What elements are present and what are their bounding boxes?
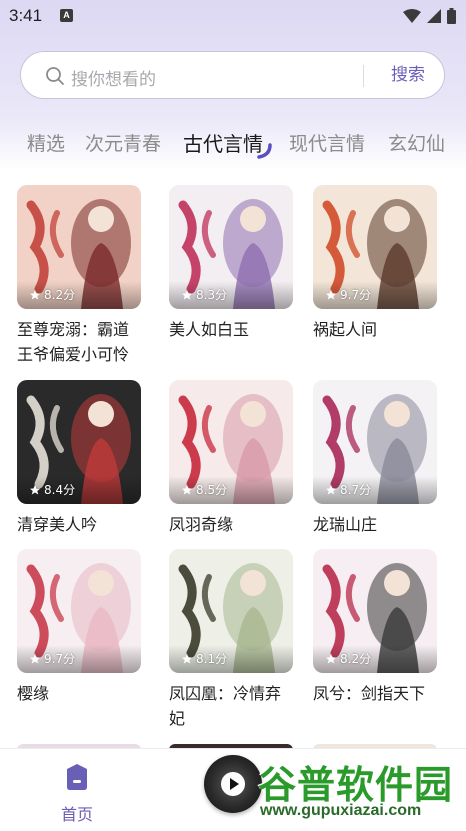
- book-card[interactable]: 8.3分美人如白玉: [169, 185, 293, 342]
- book-score: 8.2分: [325, 650, 371, 667]
- star-icon: [326, 653, 336, 663]
- watermark-text: 谷普软件园: [258, 763, 454, 807]
- star-icon: [30, 289, 40, 299]
- nav-home-label: 首页: [60, 805, 93, 824]
- star-icon: [30, 484, 40, 494]
- book-score: 9.7分: [29, 650, 75, 667]
- book-score-value: 8.4分: [44, 483, 76, 497]
- tab-xiandai-yanqing[interactable]: 现代言情: [289, 129, 365, 156]
- signal-icon: [427, 9, 441, 23]
- watermark-url: www.gupuxiazai.com: [260, 802, 422, 819]
- book-score-value: 8.5分: [196, 483, 228, 497]
- book-cover[interactable]: 8.7分: [313, 380, 437, 504]
- search-button[interactable]: 搜索: [371, 52, 445, 98]
- book-cover[interactable]: 8.2分: [313, 549, 437, 673]
- book-score-value: 8.2分: [340, 652, 372, 666]
- book-title[interactable]: 清穿美人吟: [17, 512, 141, 537]
- book-score: 8.5分: [181, 481, 227, 498]
- book-card[interactable]: 9.7分樱缘: [17, 549, 141, 706]
- nav-home[interactable]: 首页: [57, 763, 97, 825]
- book-card[interactable]: 8.7分龙瑞山庄: [313, 380, 437, 537]
- search-icon: [46, 67, 64, 85]
- book-title[interactable]: 至尊宠溺：霸道王爷偏爱小可怜: [17, 317, 141, 367]
- book-score-value: 8.3分: [196, 288, 228, 302]
- status-bar: 3:41 A: [0, 0, 466, 34]
- book-score-value: 9.7分: [340, 288, 372, 302]
- tab-jingxuan[interactable]: 精选: [27, 129, 65, 156]
- wifi-icon: [403, 9, 421, 23]
- book-cover[interactable]: 8.2分: [17, 185, 141, 309]
- book-cover[interactable]: 8.5分: [169, 380, 293, 504]
- book-cover[interactable]: 9.7分: [17, 549, 141, 673]
- play-icon: [221, 772, 245, 796]
- search-bar: 搜你想看的 搜索: [20, 51, 445, 99]
- tab-xuanhuan[interactable]: 玄幻仙: [388, 129, 445, 156]
- search-divider: [363, 65, 364, 87]
- book-score-value: 8.1分: [196, 652, 228, 666]
- star-icon: [182, 653, 192, 663]
- active-tab-indicator: [257, 143, 272, 159]
- book-score: 8.2分: [29, 286, 75, 303]
- book-title[interactable]: 凤羽奇缘: [169, 512, 293, 537]
- notification-icon: A: [60, 9, 73, 22]
- book-score: 8.4分: [29, 481, 75, 498]
- status-icons: [403, 7, 456, 25]
- book-cover[interactable]: 9.7分: [313, 185, 437, 309]
- book-title[interactable]: 凤囚凰：冷情弃妃: [169, 681, 293, 731]
- book-score-value: 8.2分: [44, 288, 76, 302]
- star-icon: [30, 653, 40, 663]
- book-card[interactable]: 9.7分祸起人间: [313, 185, 437, 342]
- star-icon: [182, 484, 192, 494]
- book-score: 8.1分: [181, 650, 227, 667]
- book-card[interactable]: 8.5分凤羽奇缘: [169, 380, 293, 537]
- book-cover[interactable]: 8.3分: [169, 185, 293, 309]
- book-title[interactable]: 龙瑞山庄: [313, 512, 437, 537]
- book-title[interactable]: 祸起人间: [313, 317, 437, 342]
- book-score: 8.3分: [181, 286, 227, 303]
- status-time: 3:41: [9, 6, 43, 25]
- star-icon: [326, 289, 336, 299]
- book-card[interactable]: 8.2分凤兮：剑指天下: [313, 549, 437, 706]
- tab-gudai-yanqing[interactable]: 古代言情: [183, 128, 263, 157]
- category-tabs: 精选 次元青春 古代言情 现代言情 玄幻仙: [0, 126, 466, 166]
- book-card[interactable]: 8.1分凤囚凰：冷情弃妃: [169, 549, 293, 731]
- book-title[interactable]: 凤兮：剑指天下: [313, 681, 437, 706]
- book-cover[interactable]: 8.1分: [169, 549, 293, 673]
- book-title[interactable]: 樱缘: [17, 681, 141, 706]
- tab-ciyuan-qingchun[interactable]: 次元青春: [85, 129, 161, 156]
- home-icon: [67, 764, 87, 790]
- book-cover[interactable]: 8.4分: [17, 380, 141, 504]
- book-card[interactable]: 8.4分清穿美人吟: [17, 380, 141, 537]
- book-score: 8.7分: [325, 481, 371, 498]
- battery-icon: [447, 8, 456, 24]
- book-card[interactable]: 8.2分至尊宠溺：霸道王爷偏爱小可怜: [17, 185, 141, 367]
- floating-player-button[interactable]: [204, 755, 262, 813]
- book-score: 9.7分: [325, 286, 371, 303]
- book-score-value: 8.7分: [340, 483, 372, 497]
- book-title[interactable]: 美人如白玉: [169, 317, 293, 342]
- book-score-value: 9.7分: [44, 652, 76, 666]
- star-icon: [326, 484, 336, 494]
- star-icon: [182, 289, 192, 299]
- watermark-logo: 谷普软件园 www.gupuxiazai.com: [258, 754, 462, 826]
- search-input[interactable]: 搜你想看的: [71, 65, 156, 90]
